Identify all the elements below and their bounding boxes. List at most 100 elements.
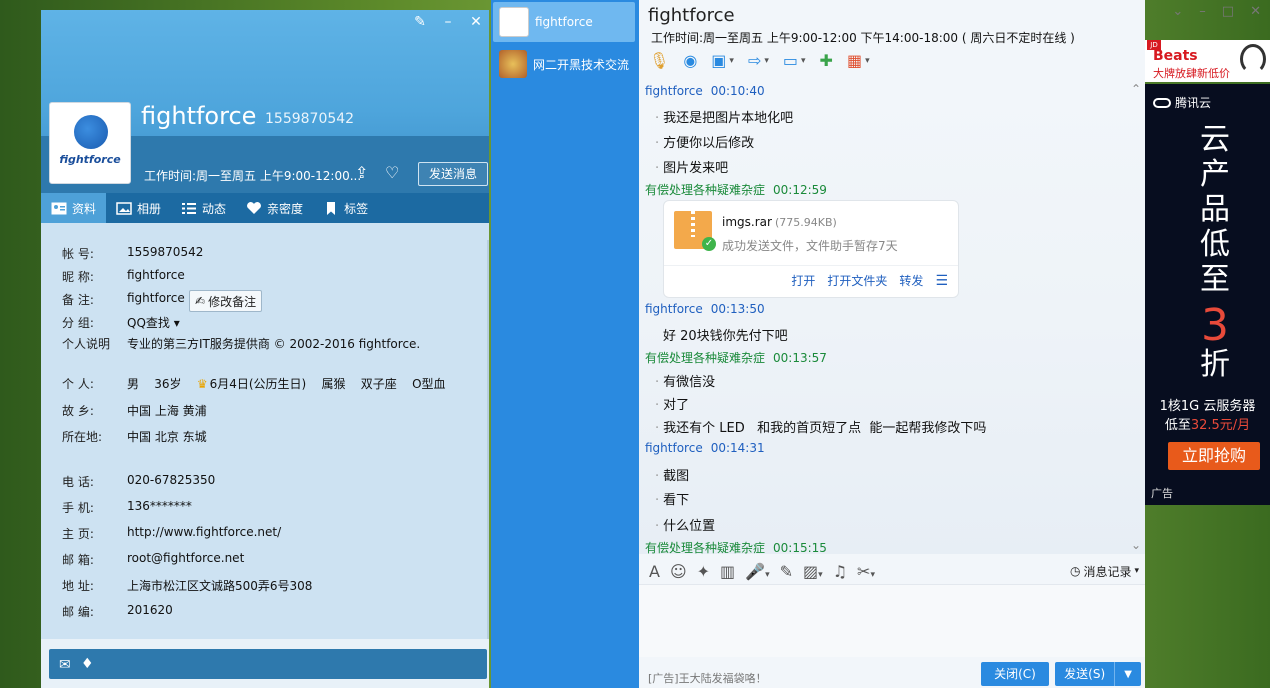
message-header: fightforce 00:13:50 bbox=[645, 302, 765, 316]
avatar bbox=[499, 50, 527, 78]
open-folder-link[interactable]: 打开文件夹 bbox=[827, 272, 887, 289]
remote-desktop-icon: ▭ bbox=[782, 51, 798, 70]
session-name: fightforce bbox=[535, 15, 593, 29]
tab-intimacy[interactable]: 亲密度 bbox=[236, 193, 313, 223]
image-icon[interactable]: ▨▾ bbox=[803, 562, 823, 581]
minimize-icon[interactable]: – bbox=[439, 14, 457, 30]
sender[interactable]: fightforce bbox=[645, 441, 703, 455]
field-email: 邮 箱: root@fightforce.net bbox=[62, 551, 244, 568]
gif-icon[interactable]: ▥ bbox=[720, 562, 735, 581]
field-value: 201620 bbox=[127, 603, 173, 617]
sender[interactable]: 有偿处理各种疑难杂症 bbox=[645, 183, 765, 197]
send-options-chevron-icon[interactable]: ▼ bbox=[1115, 669, 1141, 680]
heart-plus-icon[interactable]: ♡ bbox=[385, 163, 407, 183]
chevron-down-icon: ▾ bbox=[865, 55, 870, 66]
avatar bbox=[499, 7, 529, 37]
tab-feed[interactable]: 动态 bbox=[171, 193, 236, 223]
ad-slogan-char: 至 bbox=[1200, 262, 1230, 297]
field-group: 分 组: QQ查找 ▾ bbox=[62, 314, 180, 331]
age: 36岁 bbox=[154, 377, 182, 391]
message-line: 什么位置 bbox=[655, 515, 715, 534]
message-input[interactable] bbox=[639, 584, 1145, 657]
message-header: 有偿处理各种疑难杂症 00:13:57 bbox=[645, 349, 827, 366]
tab-album[interactable]: 相册 bbox=[106, 193, 171, 223]
list-icon bbox=[181, 202, 197, 215]
field-location: 所在地: 中国 北京 东城 bbox=[62, 428, 207, 445]
chevron-down-icon: ▾ bbox=[1134, 566, 1139, 576]
message-line: 截图 bbox=[655, 465, 689, 484]
chevron-down-icon: ▾ bbox=[764, 55, 769, 66]
scrollbar[interactable] bbox=[487, 240, 489, 640]
chevron-down-icon: ▾ bbox=[801, 55, 806, 66]
open-file-link[interactable]: 打开 bbox=[791, 272, 815, 289]
buy-now-button[interactable]: 立即抢购 bbox=[1168, 442, 1260, 470]
message-line: 好 20块钱你先付下吧 bbox=[663, 329, 788, 344]
field-value: 1559870542 bbox=[127, 245, 204, 259]
mail-icon[interactable]: ✉ bbox=[59, 657, 71, 673]
homepage-link[interactable]: http://www.fightforce.net/ bbox=[127, 525, 281, 542]
sender[interactable]: 有偿处理各种疑难杂症 bbox=[645, 351, 765, 365]
send-button[interactable]: 发送(S) bbox=[1055, 662, 1116, 686]
timestamp: 00:10:40 bbox=[710, 84, 765, 98]
share-icon[interactable]: ⇪ bbox=[355, 163, 377, 183]
sender[interactable]: 有偿处理各种疑难杂症 bbox=[645, 541, 765, 554]
remote-desktop-button[interactable]: ▭ ▾ bbox=[783, 51, 806, 70]
edit-image-icon[interactable]: ✎ bbox=[780, 562, 793, 581]
screen-share-button[interactable]: ▣ ▾ bbox=[711, 51, 734, 70]
poke-icon[interactable]: ✦ bbox=[697, 562, 710, 581]
close-icon[interactable]: ✕ bbox=[1250, 4, 1261, 19]
group-dropdown[interactable]: QQ查找 ▾ bbox=[127, 314, 180, 331]
diamond-icon[interactable]: ♦ bbox=[81, 656, 94, 672]
close-button[interactable]: 关闭(C) bbox=[981, 662, 1049, 686]
headphone-icon bbox=[1240, 44, 1266, 74]
edit-note-button[interactable]: ✍ 修改备注 bbox=[189, 290, 263, 312]
profile-tabs: 资料 相册 动态 亲密度 标签 bbox=[41, 193, 489, 223]
tencent-cloud-ad[interactable]: 腾讯云 云 产 品 低 至 3 折 1核1G 云服务器 低至32.5元/月 立即… bbox=[1145, 84, 1270, 505]
ad-text-link[interactable]: [广告]王大陆发福袋咯！ bbox=[648, 670, 767, 686]
screenshot-scissors-icon[interactable]: ✂▾ bbox=[857, 562, 875, 581]
avatar-logo-text: fightforce bbox=[59, 153, 121, 166]
profile-qq-number: 1559870542 bbox=[265, 111, 355, 127]
font-icon[interactable]: A bbox=[649, 562, 660, 581]
gender: 男 bbox=[127, 377, 140, 391]
scroll-up-icon[interactable]: ⌃ bbox=[1131, 82, 1141, 96]
video-call-button[interactable]: ◉ bbox=[683, 51, 697, 70]
chevron-down-icon: ▾ bbox=[729, 55, 734, 66]
session-item-group[interactable]: 网二开黑技术交流 bbox=[493, 44, 635, 84]
apps-button[interactable]: ▦ ▾ bbox=[847, 51, 870, 70]
close-icon[interactable]: ✕ bbox=[467, 14, 485, 30]
heart-icon bbox=[246, 201, 262, 215]
scroll-down-icon[interactable]: ⌄ bbox=[1131, 538, 1141, 552]
chat-add-icon: ✚ bbox=[819, 51, 833, 70]
beats-ad-banner[interactable]: JD Beats 大牌放肆新低价 bbox=[1145, 40, 1270, 82]
sender[interactable]: fightforce bbox=[645, 84, 703, 98]
forward-link[interactable]: 转发 bbox=[899, 272, 923, 289]
maximize-icon[interactable]: □ bbox=[1222, 4, 1234, 19]
voice-message-icon[interactable]: 🎤▾ bbox=[745, 562, 769, 581]
sender[interactable]: fightforce bbox=[645, 302, 703, 316]
create-discussion-button[interactable]: ✚ bbox=[820, 51, 833, 70]
file-message-card[interactable]: ✓ imgs.rar (775.94KB) 成功发送文件，文件助手暂存7天 打开… bbox=[663, 200, 959, 298]
file-transfer-button[interactable]: ⇨ ▾ bbox=[748, 51, 769, 70]
chat-window-controls: ⌄ – □ ✕ bbox=[1172, 4, 1261, 19]
timestamp: 00:13:57 bbox=[773, 351, 827, 365]
message-line: 图片发来吧 bbox=[655, 157, 728, 176]
skin-brush-icon[interactable]: ✎ bbox=[411, 14, 429, 30]
cloud-icon bbox=[1153, 97, 1171, 108]
message-history-button[interactable]: ◷ 消息记录 ▾ bbox=[1070, 563, 1139, 580]
field-label: 故 乡: bbox=[62, 404, 94, 418]
voice-call-button[interactable]: 🎙 bbox=[649, 51, 669, 70]
minimize-icon[interactable]: – bbox=[1199, 4, 1206, 19]
session-item-fightforce[interactable]: fightforce bbox=[493, 2, 635, 42]
profile-info-panel: 帐 号: 1559870542 昵 称: fightforce 备 注: fig… bbox=[41, 223, 489, 639]
music-icon[interactable]: ♫ bbox=[833, 562, 847, 581]
chevron-down-icon[interactable]: ⌄ bbox=[1172, 4, 1183, 19]
send-message-button[interactable]: 发送消息 bbox=[418, 162, 488, 186]
menu-icon[interactable]: ☰ bbox=[935, 273, 948, 289]
tab-info[interactable]: 资料 bbox=[41, 193, 107, 223]
tab-tags[interactable]: 标签 bbox=[313, 193, 378, 223]
field-remark: 备 注: fightforce bbox=[62, 291, 185, 308]
avatar[interactable]: fightforce bbox=[49, 102, 131, 184]
emoji-icon[interactable]: ☺ bbox=[670, 562, 687, 581]
field-account: 帐 号: 1559870542 bbox=[62, 245, 203, 262]
